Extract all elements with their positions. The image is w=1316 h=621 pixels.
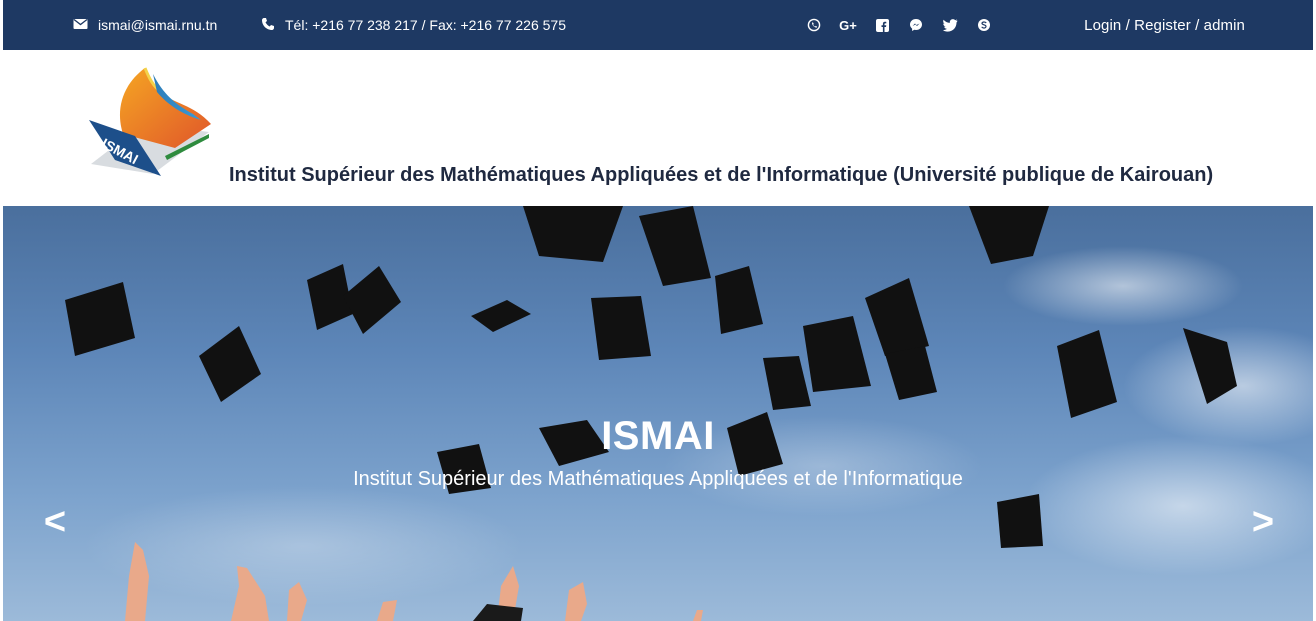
hero-subtitle: Institut Supérieur des Mathématiques App… — [353, 468, 963, 490]
email-contact[interactable]: ismai@ismai.rnu.tn — [73, 0, 217, 50]
hero-slider: ISMAI Institut Supérieur des Mathématiqu… — [3, 206, 1313, 621]
viber-icon[interactable] — [797, 18, 831, 32]
top-bar: ismai@ismai.rnu.tn Tél: +216 77 238 217 … — [3, 0, 1313, 50]
slider-prev-button[interactable]: < — [35, 498, 75, 546]
phone-text: Tél: +216 77 238 217 / Fax: +216 77 226 … — [285, 17, 566, 33]
page: ismai@ismai.rnu.tn Tél: +216 77 238 217 … — [3, 0, 1313, 621]
google-plus-icon[interactable]: G+ — [831, 18, 865, 33]
email-text: ismai@ismai.rnu.tn — [98, 17, 218, 33]
twitter-icon[interactable] — [933, 18, 967, 32]
skype-icon[interactable] — [967, 18, 1001, 32]
hero-title: ISMAI — [601, 414, 715, 458]
institution-title: Institut Supérieur des Mathématiques App… — [229, 164, 1214, 186]
messenger-icon[interactable] — [899, 18, 933, 32]
facebook-icon[interactable] — [865, 18, 899, 32]
phone-icon — [261, 17, 275, 34]
envelope-icon — [73, 17, 88, 33]
slider-next-button[interactable]: > — [1243, 498, 1283, 546]
ismai-logo[interactable]: ISMAI — [83, 64, 213, 184]
site-header: ISMAI Institut Supérieur des Mathématiqu… — [3, 50, 1313, 206]
social-links: G+ — [797, 0, 1001, 50]
auth-links[interactable]: Login / Register / admin — [1084, 0, 1245, 50]
phone-contact: Tél: +216 77 238 217 / Fax: +216 77 226 … — [261, 0, 566, 50]
